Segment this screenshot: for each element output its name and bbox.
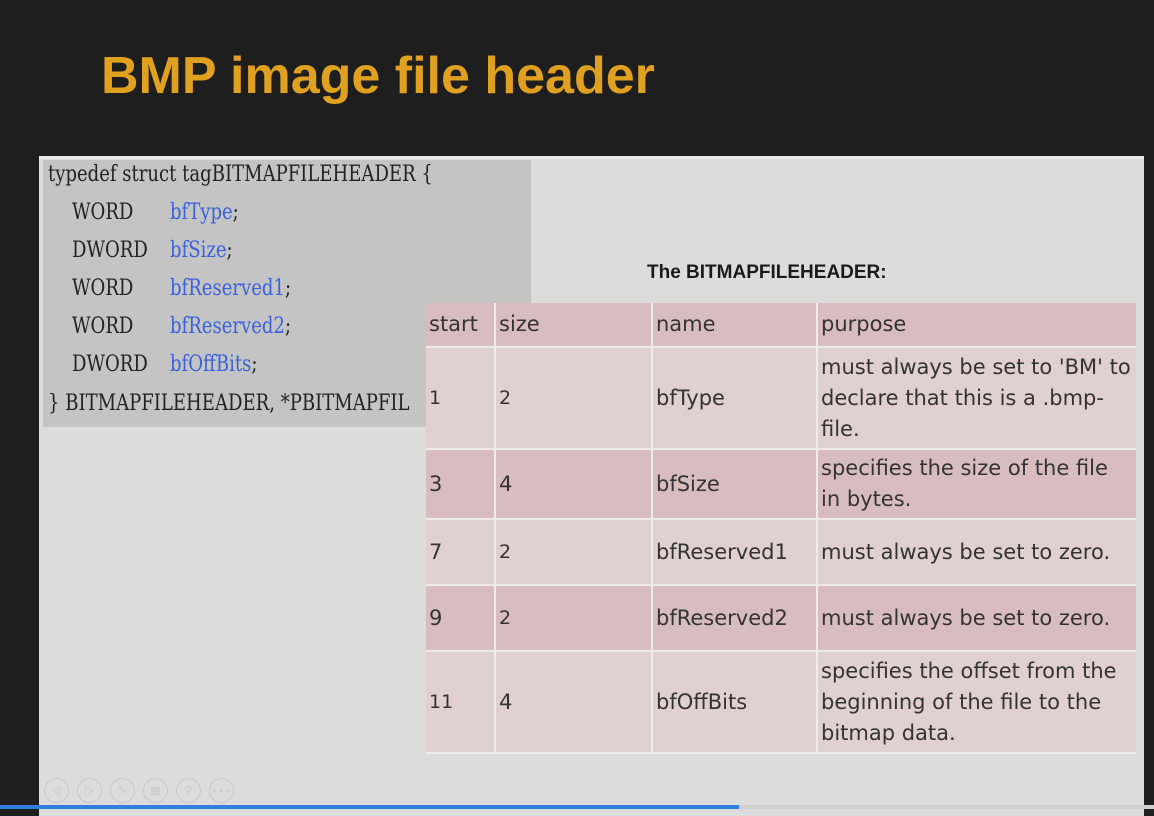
cell-start: 3	[426, 449, 496, 520]
cell-start: 9	[426, 585, 496, 652]
bitmapfileheader-table: start size name purpose 1 2 bfType must …	[426, 303, 1136, 754]
cell-name: bfReserved1	[652, 519, 818, 586]
code-field-type: WORD	[72, 314, 134, 339]
column-header-name: name	[652, 303, 818, 348]
table-row: 7 2 bfReserved1 must always be set to ze…	[426, 519, 1136, 586]
table-header-row: start size name purpose	[426, 303, 1136, 348]
cell-size: 2	[495, 519, 653, 586]
code-field-name: bfSize;	[170, 238, 233, 263]
slide-navigation-controls: ◁ ▷ ✎ ▦ ⚲ ∘∘∘	[44, 778, 234, 803]
table-row: 11 4 bfOffBits specifies the offset from…	[426, 651, 1136, 754]
code-line-close: } BITMAPFILEHEADER, *PBITMAPFIL	[48, 391, 410, 416]
previous-slide-icon[interactable]: ◁	[44, 778, 69, 803]
cell-purpose: must always be set to 'BM' to declare th…	[817, 347, 1136, 450]
column-header-size: size	[495, 303, 653, 348]
pen-icon[interactable]: ✎	[110, 778, 135, 803]
zoom-icon[interactable]: ⚲	[176, 778, 201, 803]
more-options-icon[interactable]: ∘∘∘	[209, 778, 234, 803]
cell-size: 2	[495, 585, 653, 652]
cell-purpose: must always be set to zero.	[817, 585, 1136, 652]
code-field-type: DWORD	[72, 352, 148, 377]
progress-bar-fill	[0, 805, 739, 809]
presentation-progress-bar[interactable]	[0, 805, 1154, 809]
cell-name: bfType	[652, 347, 818, 450]
cell-name: bfOffBits	[652, 651, 818, 754]
cell-start: 11	[426, 651, 496, 754]
code-field-name: bfOffBits;	[170, 352, 258, 377]
cell-size: 2	[495, 347, 653, 450]
table-row: 1 2 bfType must always be set to 'BM' to…	[426, 347, 1136, 450]
table-row: 9 2 bfReserved2 must always be set to ze…	[426, 585, 1136, 652]
cell-size: 4	[495, 449, 653, 520]
table-caption: The BITMAPFILEHEADER:	[647, 262, 887, 283]
code-field-type: DWORD	[72, 238, 148, 263]
table-row: 3 4 bfSize specifies the size of the fil…	[426, 449, 1136, 520]
code-field-name: bfReserved2;	[170, 314, 292, 339]
column-header-start: start	[426, 303, 496, 348]
cell-name: bfSize	[652, 449, 818, 520]
code-field-name: bfReserved1;	[170, 276, 292, 301]
cell-name: bfReserved2	[652, 585, 818, 652]
next-slide-icon[interactable]: ▷	[77, 778, 102, 803]
cell-start: 7	[426, 519, 496, 586]
cell-purpose: specifies the size of the file in bytes.	[817, 449, 1136, 520]
slide-title: BMP image file header	[101, 47, 655, 105]
cell-start: 1	[426, 347, 496, 450]
column-header-purpose: purpose	[817, 303, 1136, 348]
cell-purpose: must always be set to zero.	[817, 519, 1136, 586]
code-field-name: bfType;	[170, 200, 239, 225]
cell-purpose: specifies the offset from the beginning …	[817, 651, 1136, 754]
cell-size: 4	[495, 651, 653, 754]
slides-grid-icon[interactable]: ▦	[143, 778, 168, 803]
code-line-typedef: typedef struct tagBITMAPFILEHEADER {	[48, 162, 433, 187]
code-field-type: WORD	[72, 200, 134, 225]
code-field-type: WORD	[72, 276, 134, 301]
